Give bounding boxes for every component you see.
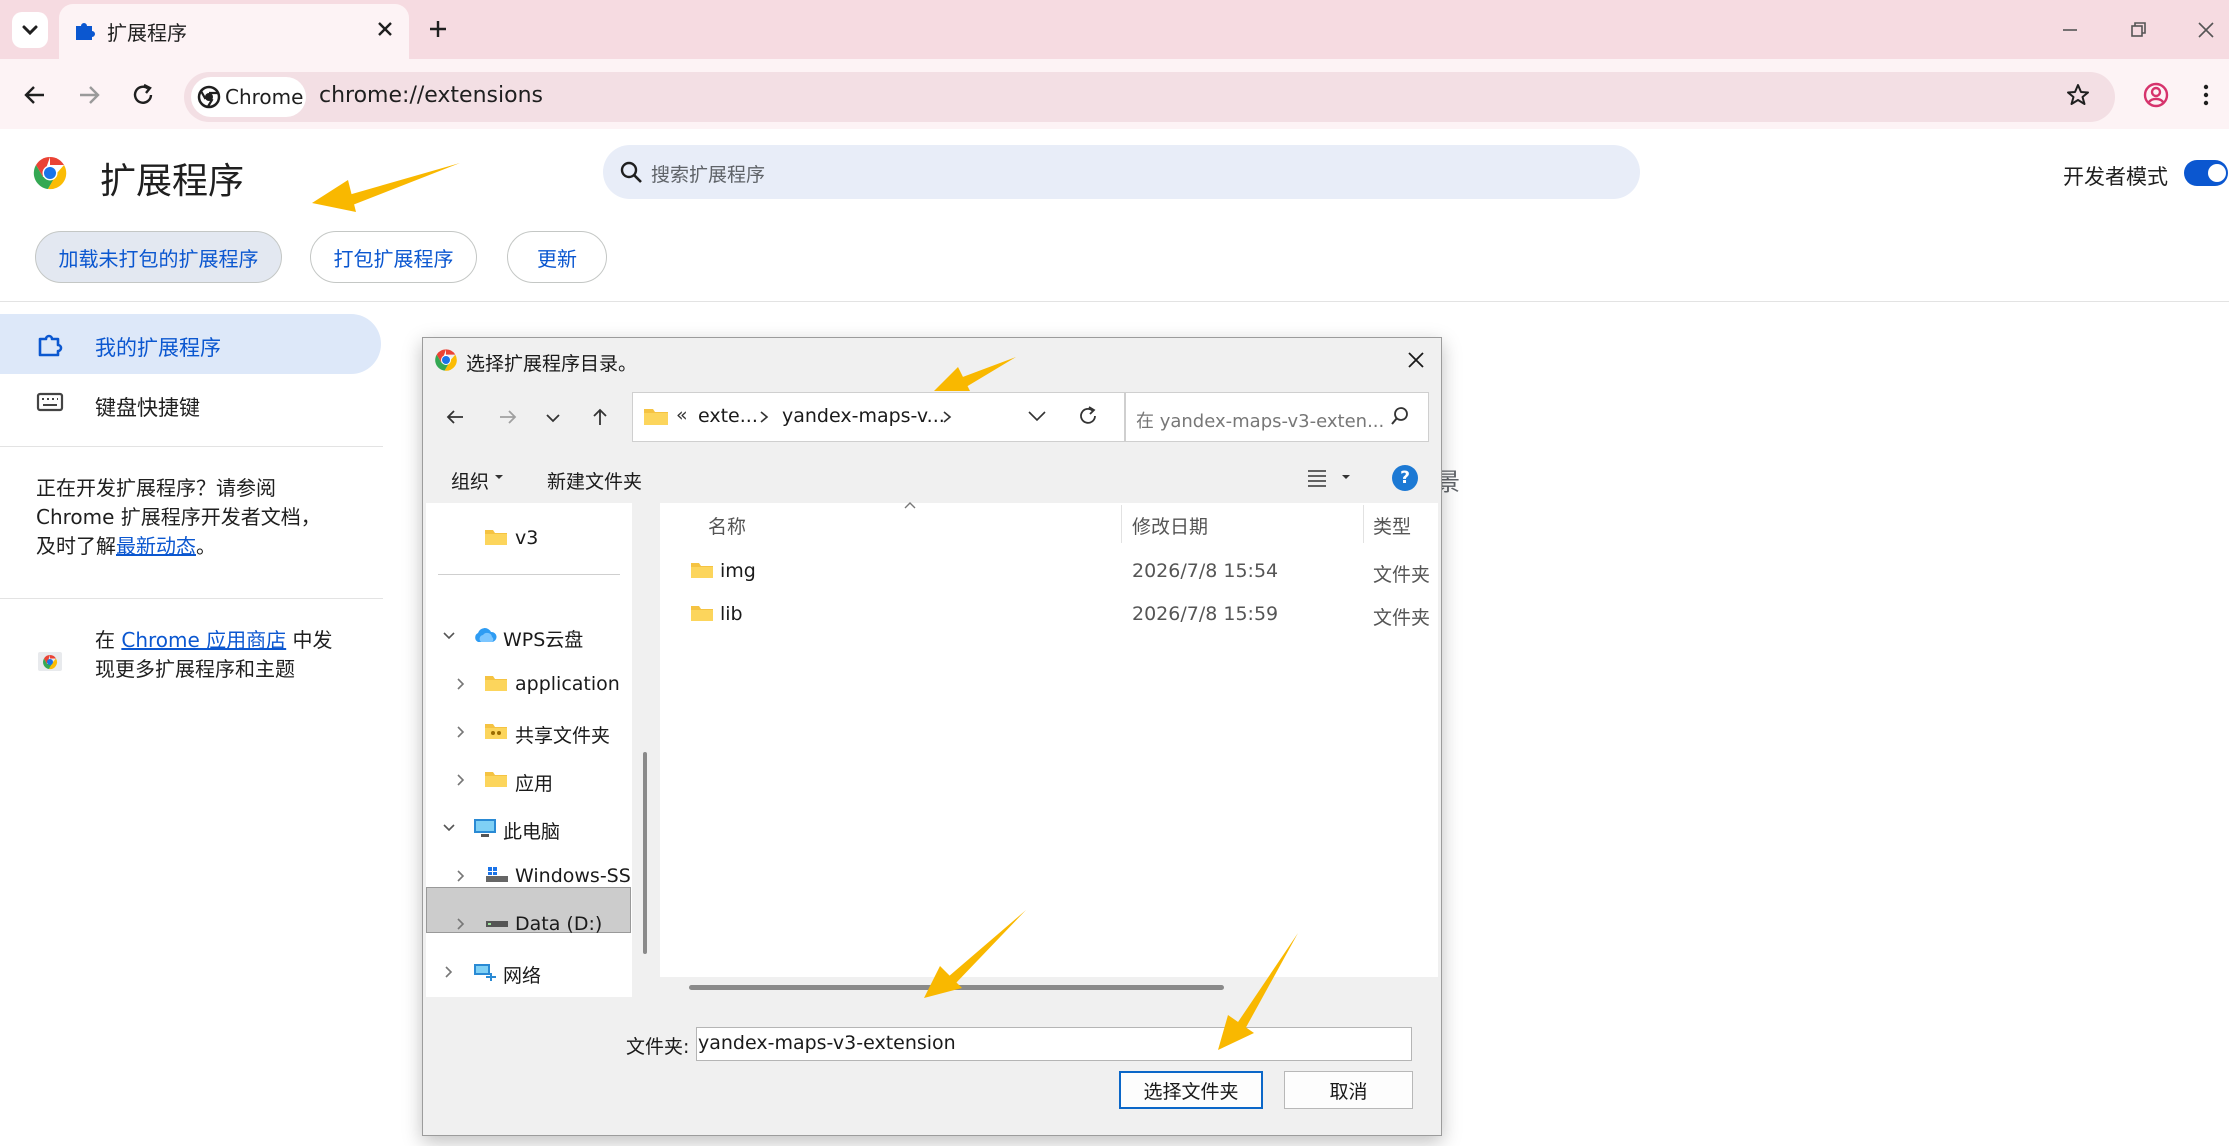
annotation-arrow-icon [312, 163, 460, 212]
annotation-arrows [312, 163, 1298, 1050]
annotation-arrow-icon [1218, 933, 1298, 1050]
annotation-arrow-icon [924, 910, 1026, 998]
annotation-arrow-icon [934, 357, 1016, 391]
